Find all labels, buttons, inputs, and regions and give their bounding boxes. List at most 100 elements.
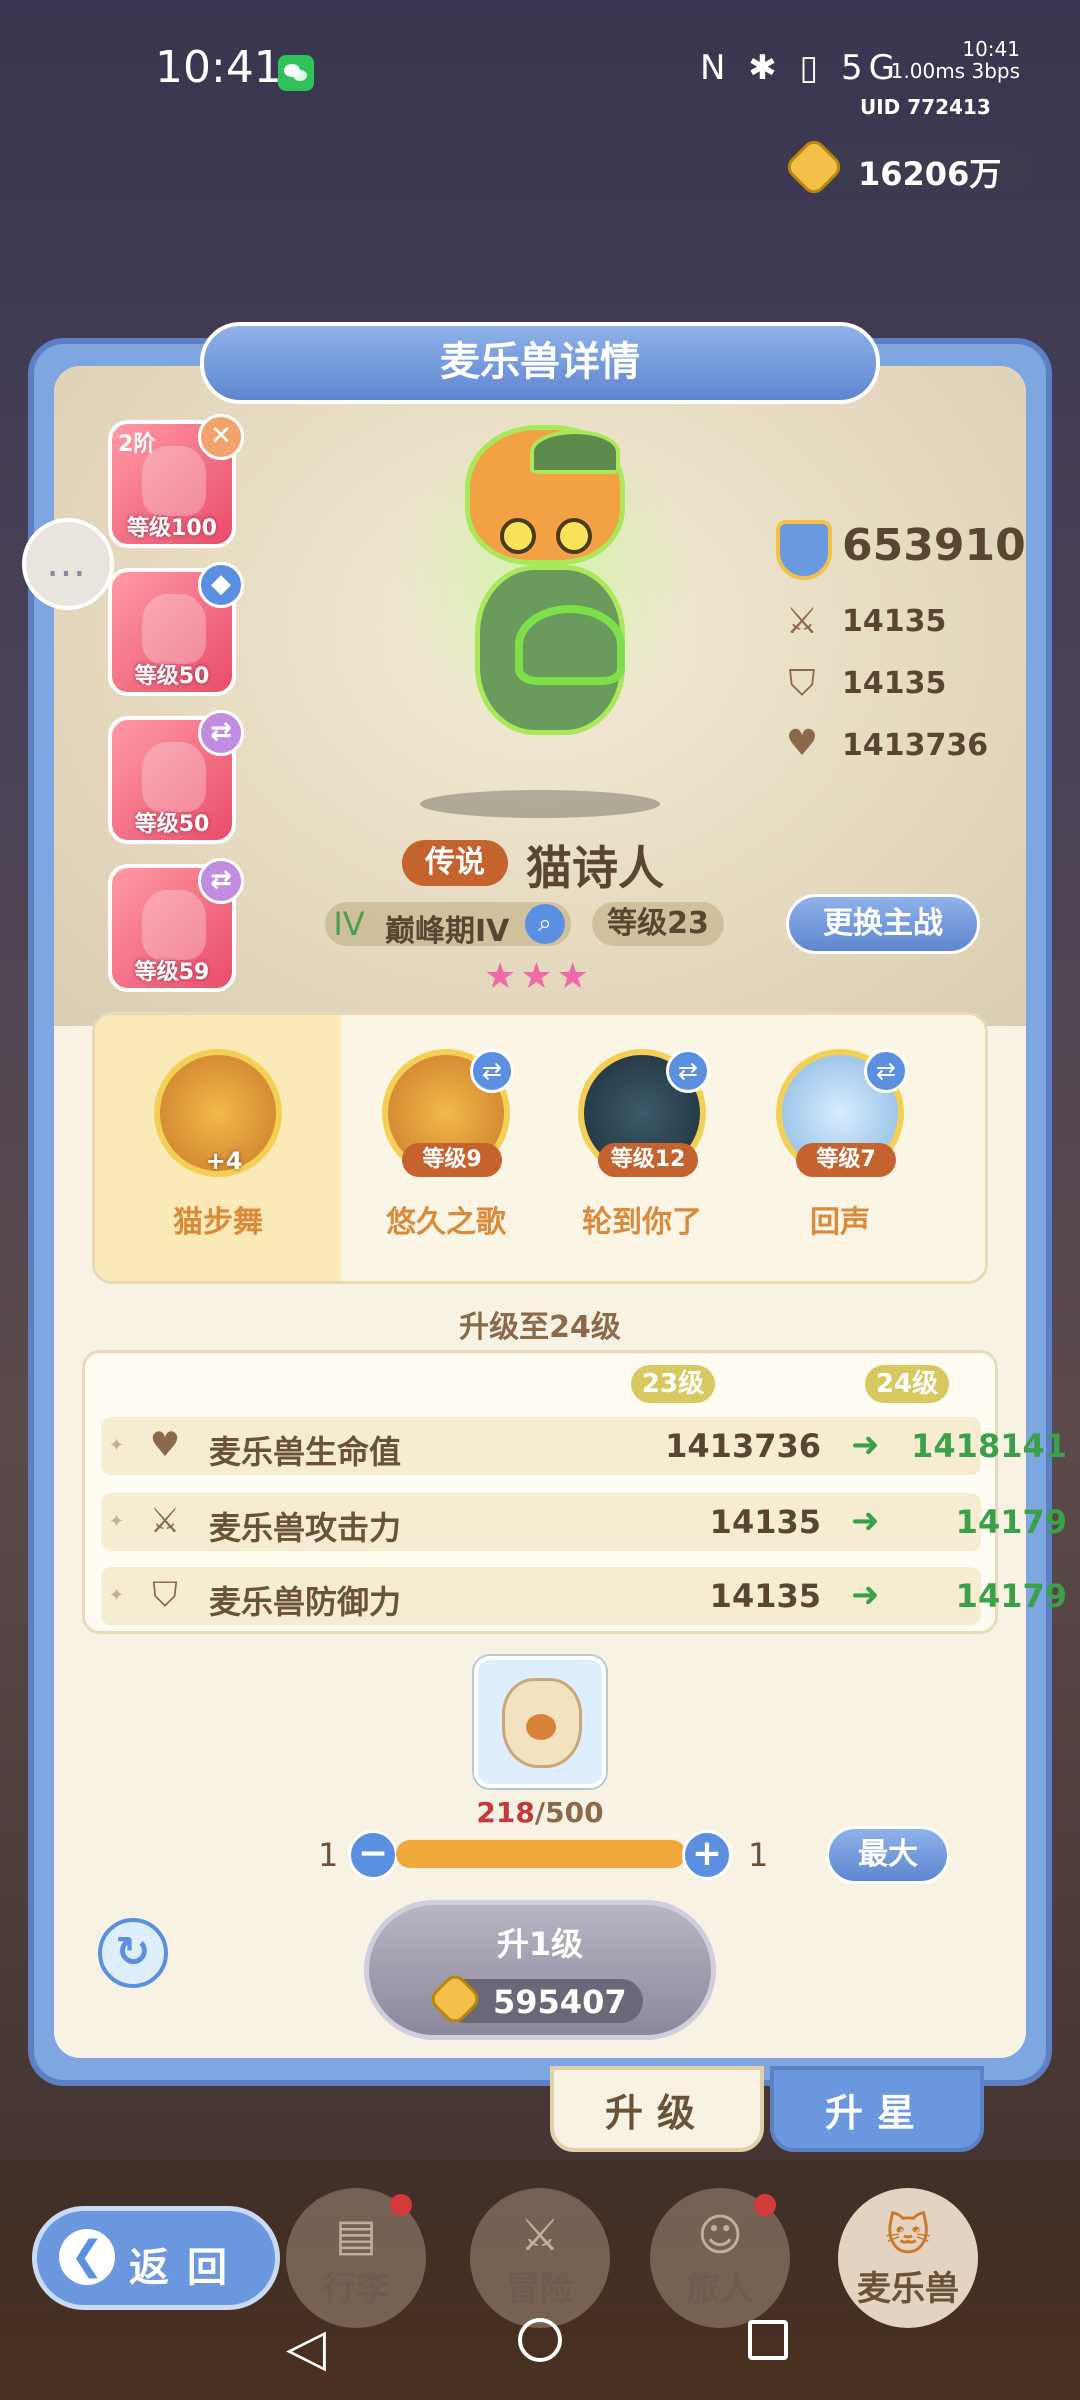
arrow-right-icon: ➜: [851, 1425, 880, 1465]
tab-star-up[interactable]: 升星: [770, 2066, 984, 2152]
nav-item-luggage[interactable]: ▤ 行李: [286, 2188, 426, 2328]
traveler-icon: ☺: [697, 2210, 743, 2261]
system-recents-icon[interactable]: [748, 2320, 788, 2360]
zoom-icon[interactable]: ⌕: [525, 904, 565, 944]
pet-shadow: [420, 790, 660, 818]
back-button[interactable]: ❮ 返回: [32, 2206, 280, 2310]
back-arrow-icon: ❮: [59, 2229, 115, 2285]
net-speed: 1.00ms 3bps: [890, 59, 1020, 83]
attack-icon: ⚔: [785, 601, 819, 642]
luggage-icon: ▤: [335, 2210, 377, 2261]
defense-value: 14135: [842, 666, 947, 701]
system-status-icons: N ✱ ▯ 5G: [700, 48, 902, 88]
slot-level: 等级100: [127, 516, 217, 541]
panel-title: 麦乐兽详情: [440, 339, 640, 385]
pet-level: 等级23: [607, 906, 709, 941]
swap-icon[interactable]: ⇄: [198, 858, 244, 904]
shield-icon: ◆: [198, 562, 244, 608]
wechat-notification-icon: [278, 55, 314, 91]
skill-level: 等级12: [598, 1143, 698, 1177]
combat-power-icon: [776, 520, 832, 580]
minus-button[interactable]: −: [348, 1830, 398, 1880]
skill-name: 猫步舞: [173, 1205, 263, 1240]
harp-icon: [515, 605, 625, 685]
skill-icon: ⇄ 等级9: [382, 1049, 514, 1177]
skill-name: 回声: [810, 1205, 870, 1240]
attack-value: 14135: [842, 604, 947, 639]
table-row-attack: ✦ ⚔ 麦乐兽攻击力 14135 ➜ 14179: [101, 1493, 1067, 1551]
skill-name: 悠久之歌: [386, 1205, 506, 1240]
swap-icon[interactable]: ⇄: [470, 1049, 514, 1093]
panel-title-bar: 麦乐兽详情: [200, 322, 880, 404]
pet-hat: [530, 430, 620, 474]
skill-level: 等级7: [796, 1143, 896, 1177]
system-home-icon[interactable]: [518, 2318, 562, 2362]
swords-icon: ⚔: [520, 2210, 560, 2261]
skill-bonus: +4: [205, 1147, 243, 1175]
levelup-cost: 595407: [426, 1970, 643, 2028]
pet-head: [465, 425, 625, 565]
max-button[interactable]: 最大: [826, 1826, 950, 1884]
system-back-icon[interactable]: ◁: [286, 2318, 326, 2378]
chat-bubble-icon[interactable]: [22, 518, 114, 610]
status-bar: 10:41 N ✱ ▯ 5G 10:41 1.00ms 3bps UID 772…: [0, 0, 1080, 130]
gold-coin-icon: [782, 135, 846, 199]
skill-icon: +4: [154, 1049, 282, 1177]
levelup-label: 升1级: [496, 1925, 584, 1963]
skill-eternal-song[interactable]: ⇄ 等级9 悠久之歌: [371, 1049, 521, 1241]
plus-button[interactable]: +: [682, 1830, 732, 1880]
skill-echo[interactable]: ⇄ 等级7 回声: [765, 1049, 915, 1241]
item-required: /500: [534, 1796, 604, 1829]
arrow-right-icon: ➜: [851, 1501, 880, 1541]
heart-icon: ♥: [785, 723, 819, 764]
item-count: 218/500: [440, 1796, 640, 1829]
pet-cat-poet-figure: [405, 405, 685, 755]
skill-name: 轮到你了: [582, 1205, 702, 1240]
tab-upgrade[interactable]: 升级: [550, 2066, 764, 2152]
swap-icon[interactable]: ⇄: [666, 1049, 710, 1093]
upgrade-title: 升级至24级: [459, 1310, 621, 1345]
defense-icon: ⛉: [788, 663, 816, 704]
skill-icon: ⇄ 等级12: [578, 1049, 710, 1177]
table-row-defense: ✦ ⛉ 麦乐兽防御力 14135 ➜ 14179: [101, 1567, 1067, 1625]
shield-icon: ⛉: [152, 1575, 178, 1615]
star-rating: ★★★: [484, 956, 593, 997]
rarity-badge: 传说: [402, 840, 508, 886]
nav-item-adventure[interactable]: ⚔ 冒险: [470, 2188, 610, 2328]
stage-label: 巅峰期IV: [385, 914, 510, 949]
nav-item-pets[interactable]: 🐱 麦乐兽: [838, 2188, 978, 2328]
skill-your-turn[interactable]: ⇄ 等级12 轮到你了: [567, 1049, 717, 1241]
quantity-max: 1: [748, 1836, 769, 1874]
combat-power-value: 653910: [842, 520, 1026, 571]
arrow-right-icon: ➜: [851, 1575, 880, 1615]
swap-main-button[interactable]: 更换主战: [786, 894, 980, 954]
skill-icon: ⇄ 等级7: [776, 1049, 908, 1177]
close-icon[interactable]: ✕: [198, 414, 244, 460]
cat-icon: 🐱: [885, 2210, 931, 2261]
notification-dot: [390, 2194, 412, 2216]
slot-tier: 2阶: [118, 432, 156, 457]
hp-value: 1413736: [842, 728, 989, 763]
pet-name: 猫诗人: [526, 841, 664, 895]
slot-level: 等级59: [134, 960, 210, 985]
quantity-slider[interactable]: [396, 1840, 686, 1868]
levelup-button[interactable]: 升1级 595407: [364, 1900, 716, 2040]
refresh-icon[interactable]: ↻: [98, 1918, 168, 1988]
network-info: 10:41 1.00ms 3bps: [890, 38, 1020, 82]
attack-icon: ⚔: [149, 1501, 181, 1541]
stage-icon: IV: [333, 905, 365, 943]
notification-dot: [754, 2194, 776, 2216]
skill-cat-step-dance[interactable]: +4 猫步舞: [143, 1049, 293, 1241]
upgrade-stats-table: 23级 24级 ✦ ♥ 麦乐兽生命值 1413736 ➜ 1418141 ✦ ⚔…: [82, 1350, 1067, 1634]
gold-currency[interactable]: 16206万: [782, 135, 1032, 199]
status-time: 10:41: [155, 42, 282, 93]
swap-icon[interactable]: ⇄: [864, 1049, 908, 1093]
swap-icon[interactable]: ⇄: [198, 710, 244, 756]
stage-chip[interactable]: IV 巅峰期IV ⌕: [325, 902, 571, 949]
nav-item-traveler[interactable]: ☺ 旅人: [650, 2188, 790, 2328]
skill-level: 等级9: [402, 1143, 502, 1177]
skills-panel: +4 猫步舞 ⇄ 等级9 悠久之歌 ⇄ 等级12 轮到你了 ⇄ 等级7 回声: [92, 1012, 988, 1284]
slot-level: 等级50: [134, 812, 210, 837]
table-row-hp: ✦ ♥ 麦乐兽生命值 1413736 ➜ 1418141: [101, 1417, 1067, 1475]
food-bag-item[interactable]: [474, 1656, 606, 1788]
